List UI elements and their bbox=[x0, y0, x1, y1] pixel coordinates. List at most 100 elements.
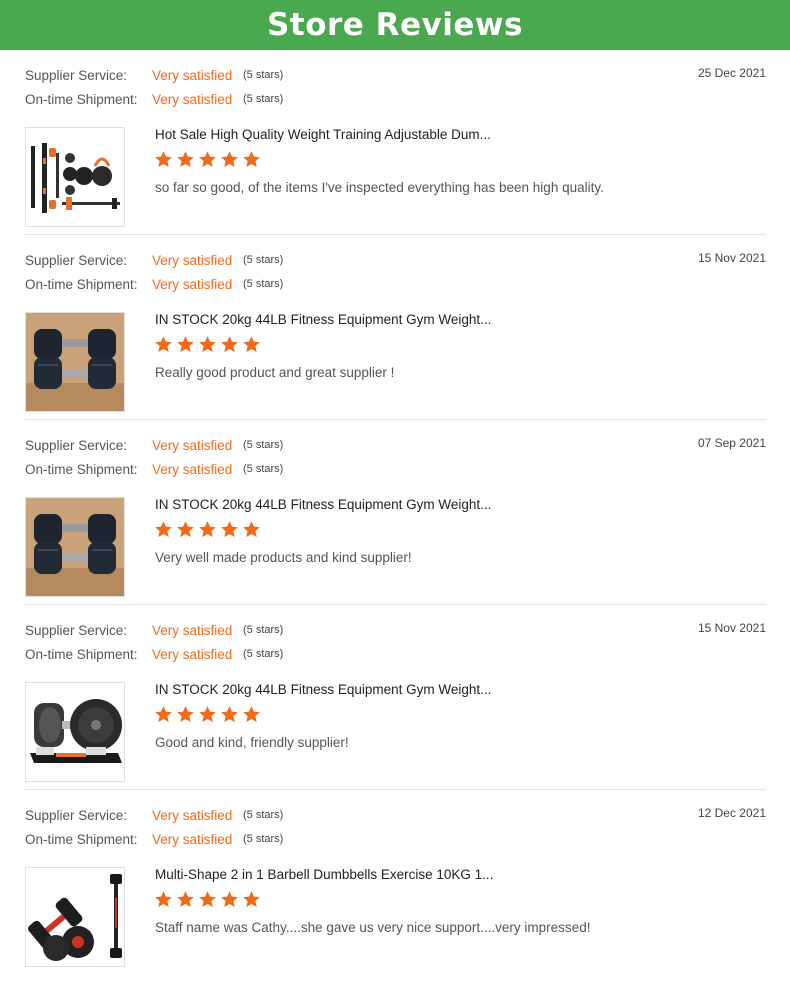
review-list: Supplier Service: Very satisfied (5 star… bbox=[0, 50, 790, 974]
supplier-service-stars: (5 stars) bbox=[243, 69, 284, 81]
product-title-link[interactable]: Hot Sale High Quality Weight Training Ad… bbox=[155, 127, 491, 142]
page-header: Store Reviews bbox=[0, 0, 790, 50]
star-rating bbox=[154, 705, 261, 724]
shipment-label: On-time Shipment: bbox=[25, 831, 138, 847]
product-title-link[interactable]: IN STOCK 20kg 44LB Fitness Equipment Gym… bbox=[155, 497, 491, 512]
product-thumbnail[interactable] bbox=[25, 682, 125, 782]
review-date: 15 Nov 2021 bbox=[697, 251, 766, 265]
shipment-value: Very satisfied bbox=[152, 461, 233, 477]
product-title-link[interactable]: IN STOCK 20kg 44LB Fitness Equipment Gym… bbox=[155, 682, 491, 697]
star-icon bbox=[243, 336, 260, 353]
supplier-service-rating: Supplier Service: Very satisfied (5 star… bbox=[25, 622, 283, 638]
supplier-service-value: Very satisfied bbox=[152, 252, 233, 268]
review-date: 07 Sep 2021 bbox=[697, 436, 766, 450]
star-icon bbox=[155, 891, 172, 908]
star-icon bbox=[177, 706, 194, 723]
supplier-service-stars: (5 stars) bbox=[243, 809, 284, 821]
star-icon bbox=[155, 521, 172, 538]
star-icon bbox=[243, 151, 260, 168]
supplier-service-label: Supplier Service: bbox=[25, 807, 128, 823]
shipment-stars: (5 stars) bbox=[243, 93, 284, 105]
star-icon bbox=[177, 151, 194, 168]
review-comment: so far so good, of the items I've inspec… bbox=[155, 180, 604, 195]
supplier-service-label: Supplier Service: bbox=[25, 252, 128, 268]
review-item: Supplier Service: Very satisfied (5 star… bbox=[25, 420, 766, 605]
supplier-service-rating: Supplier Service: Very satisfied (5 star… bbox=[25, 67, 283, 83]
supplier-service-value: Very satisfied bbox=[152, 67, 233, 83]
adjustable-dumbbell-pair-icon bbox=[26, 313, 124, 411]
star-icon bbox=[199, 336, 216, 353]
shipment-stars: (5 stars) bbox=[243, 833, 284, 845]
kettlebell-set-icon bbox=[26, 128, 124, 226]
review-item: Supplier Service: Very satisfied (5 star… bbox=[25, 50, 766, 235]
supplier-service-value: Very satisfied bbox=[152, 807, 233, 823]
star-icon bbox=[155, 336, 172, 353]
supplier-service-stars: (5 stars) bbox=[243, 254, 284, 266]
product-thumbnail[interactable] bbox=[25, 312, 125, 412]
page-title: Store Reviews bbox=[267, 7, 523, 43]
shipment-value: Very satisfied bbox=[152, 91, 233, 107]
supplier-service-label: Supplier Service: bbox=[25, 67, 128, 83]
supplier-service-value: Very satisfied bbox=[152, 622, 233, 638]
star-icon bbox=[155, 151, 172, 168]
shipment-label: On-time Shipment: bbox=[25, 646, 138, 662]
star-icon bbox=[199, 521, 216, 538]
star-rating bbox=[154, 150, 261, 169]
star-icon bbox=[221, 891, 238, 908]
shipment-rating: On-time Shipment: Very satisfied (5 star… bbox=[25, 831, 283, 847]
barbell-dumbbell-set-icon bbox=[26, 868, 124, 966]
adjustable-dumbbell-pair-icon bbox=[26, 498, 124, 596]
star-icon bbox=[221, 706, 238, 723]
supplier-service-rating: Supplier Service: Very satisfied (5 star… bbox=[25, 252, 283, 268]
dumbbell-on-cradle-icon bbox=[26, 683, 124, 781]
shipment-stars: (5 stars) bbox=[243, 278, 284, 290]
star-rating bbox=[154, 335, 261, 354]
star-icon bbox=[243, 891, 260, 908]
star-icon bbox=[177, 336, 194, 353]
star-icon bbox=[199, 706, 216, 723]
shipment-value: Very satisfied bbox=[152, 646, 233, 662]
shipment-value: Very satisfied bbox=[152, 276, 233, 292]
product-thumbnail[interactable] bbox=[25, 867, 125, 967]
review-comment: Good and kind, friendly supplier! bbox=[155, 735, 349, 750]
product-title-link[interactable]: Multi-Shape 2 in 1 Barbell Dumbbells Exe… bbox=[155, 867, 493, 882]
review-date: 25 Dec 2021 bbox=[697, 66, 766, 80]
star-icon bbox=[221, 151, 238, 168]
shipment-rating: On-time Shipment: Very satisfied (5 star… bbox=[25, 91, 283, 107]
shipment-stars: (5 stars) bbox=[243, 648, 284, 660]
supplier-service-label: Supplier Service: bbox=[25, 437, 128, 453]
supplier-service-label: Supplier Service: bbox=[25, 622, 128, 638]
review-item: Supplier Service: Very satisfied (5 star… bbox=[25, 605, 766, 790]
supplier-service-rating: Supplier Service: Very satisfied (5 star… bbox=[25, 437, 283, 453]
shipment-label: On-time Shipment: bbox=[25, 276, 138, 292]
star-icon bbox=[177, 891, 194, 908]
star-icon bbox=[243, 706, 260, 723]
star-rating bbox=[154, 520, 261, 539]
shipment-value: Very satisfied bbox=[152, 831, 233, 847]
review-comment: Really good product and great supplier ! bbox=[155, 365, 395, 380]
shipment-label: On-time Shipment: bbox=[25, 91, 138, 107]
star-icon bbox=[243, 521, 260, 538]
review-comment: Very well made products and kind supplie… bbox=[155, 550, 412, 565]
supplier-service-value: Very satisfied bbox=[152, 437, 233, 453]
shipment-rating: On-time Shipment: Very satisfied (5 star… bbox=[25, 461, 283, 477]
product-title-link[interactable]: IN STOCK 20kg 44LB Fitness Equipment Gym… bbox=[155, 312, 491, 327]
review-date: 12 Dec 2021 bbox=[697, 806, 766, 820]
star-icon bbox=[155, 706, 172, 723]
shipment-label: On-time Shipment: bbox=[25, 461, 138, 477]
product-thumbnail[interactable] bbox=[25, 497, 125, 597]
supplier-service-stars: (5 stars) bbox=[243, 439, 284, 451]
shipment-rating: On-time Shipment: Very satisfied (5 star… bbox=[25, 646, 283, 662]
star-icon bbox=[199, 151, 216, 168]
review-item: Supplier Service: Very satisfied (5 star… bbox=[25, 790, 766, 974]
product-thumbnail[interactable] bbox=[25, 127, 125, 227]
supplier-service-stars: (5 stars) bbox=[243, 624, 284, 636]
star-icon bbox=[177, 521, 194, 538]
star-icon bbox=[199, 891, 216, 908]
star-icon bbox=[221, 521, 238, 538]
review-comment: Staff name was Cathy....she gave us very… bbox=[155, 920, 591, 935]
review-item: Supplier Service: Very satisfied (5 star… bbox=[25, 235, 766, 420]
supplier-service-rating: Supplier Service: Very satisfied (5 star… bbox=[25, 807, 283, 823]
shipment-stars: (5 stars) bbox=[243, 463, 284, 475]
star-rating bbox=[154, 890, 261, 909]
